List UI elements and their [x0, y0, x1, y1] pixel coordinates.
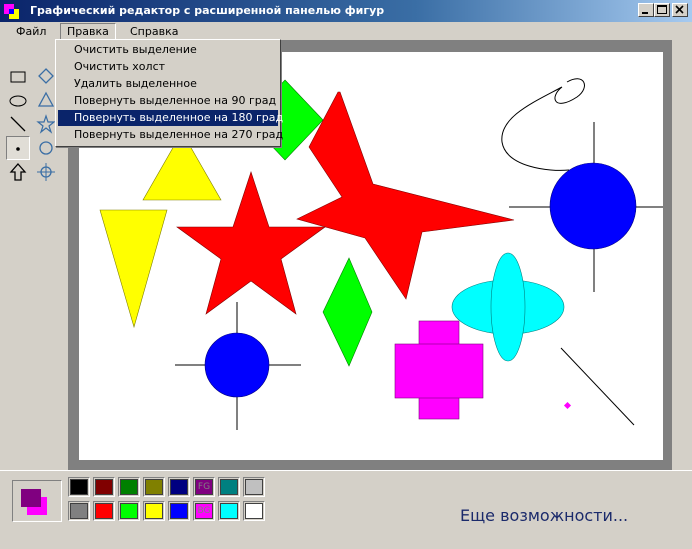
diagonal-line-shape[interactable] — [560, 347, 635, 426]
menu-clear-canvas[interactable]: Очистить холст — [58, 59, 278, 75]
swatch-color — [220, 503, 238, 519]
menu-rotate-270[interactable]: Повернуть выделенное на 270 град — [58, 127, 283, 143]
blue-crosshair-circle-right-shape[interactable] — [509, 122, 663, 292]
freehand-curve-shape[interactable] — [501, 78, 585, 171]
palette-swatch[interactable] — [218, 501, 240, 521]
ellipse-tool-icon — [9, 95, 27, 107]
palette-swatch[interactable] — [243, 477, 265, 497]
swatch-color — [170, 479, 188, 495]
palette-swatch[interactable] — [243, 501, 265, 521]
menu-rotate-180[interactable]: Повернуть выделенное на 180 град — [58, 110, 283, 126]
shape-toolbox — [6, 62, 60, 192]
app-icon — [4, 4, 19, 19]
crosshair-circle-tool-icon — [37, 163, 55, 181]
active-colors-preview[interactable] — [12, 480, 62, 522]
swatch-color — [220, 479, 238, 495]
point-tool[interactable] — [6, 136, 30, 160]
minimize-icon — [642, 12, 648, 14]
menu-bar: Файл Правка Справка — [0, 22, 692, 40]
menu-edit[interactable]: Правка — [60, 23, 116, 40]
swatch-color — [120, 479, 138, 495]
swatch-color — [120, 503, 138, 519]
menu-delete-selected[interactable]: Удалить выделенное — [58, 76, 278, 92]
swatch-color: FG — [195, 479, 213, 495]
swatch-color — [245, 479, 263, 495]
title-bar: Графический редактор с расширенной панел… — [0, 0, 692, 22]
palette-swatch[interactable] — [68, 501, 90, 521]
swatch-color — [145, 479, 163, 495]
menu-clear-selection[interactable]: Очистить выделение — [58, 42, 278, 58]
close-button[interactable] — [672, 3, 688, 17]
palette-swatch[interactable] — [168, 501, 190, 521]
arrow-tool[interactable] — [6, 160, 30, 184]
swatch-color: BG — [195, 503, 213, 519]
active-colors-icon — [21, 489, 47, 515]
green-diamond-small-shape[interactable] — [322, 257, 373, 367]
more-features-link[interactable]: Еще возможности... — [460, 506, 628, 525]
crosshair-circle-tool[interactable] — [34, 160, 58, 184]
menu-file[interactable]: Файл — [10, 24, 52, 39]
arrow-tool-icon — [9, 163, 27, 181]
line-tool-icon — [10, 116, 26, 132]
palette-swatch[interactable] — [93, 477, 115, 497]
palette-swatch[interactable] — [143, 477, 165, 497]
menu-help[interactable]: Справка — [124, 24, 184, 39]
magenta-plus-shape[interactable] — [394, 320, 484, 420]
line-tool[interactable] — [6, 112, 30, 136]
blue-crosshair-circle-left-shape[interactable] — [175, 302, 301, 430]
swatch-color — [95, 503, 113, 519]
palette-swatch[interactable]: BG — [193, 501, 215, 521]
maximize-button[interactable] — [654, 3, 670, 17]
minimize-button[interactable] — [638, 3, 654, 17]
swatch-color — [70, 479, 88, 495]
swatch-color — [95, 479, 113, 495]
palette-swatch[interactable] — [93, 501, 115, 521]
close-icon — [675, 5, 684, 14]
swatch-color — [70, 503, 88, 519]
maximize-icon — [657, 5, 667, 14]
ellipse-tool[interactable] — [6, 88, 30, 112]
palette-swatch[interactable] — [168, 477, 190, 497]
point-tool-icon — [16, 147, 20, 151]
palette-swatch[interactable] — [218, 477, 240, 497]
rectangle-tool[interactable] — [6, 64, 30, 88]
magenta-point-shape[interactable] — [563, 401, 572, 410]
red-star-large-shape[interactable] — [296, 91, 515, 300]
palette-swatch[interactable] — [118, 501, 140, 521]
rectangle-tool-icon — [10, 71, 26, 83]
swatch-color — [145, 503, 163, 519]
palette-swatch[interactable] — [118, 477, 140, 497]
swatch-color — [170, 503, 188, 519]
palette-swatch[interactable]: FG — [193, 477, 215, 497]
menu-rotate-90[interactable]: Повернуть выделенное на 90 град — [58, 93, 278, 109]
yellow-inverted-triangle-shape[interactable] — [99, 209, 168, 329]
edit-menu-dropdown: Очистить выделение Очистить холст Удалит… — [55, 39, 283, 147]
palette-swatch[interactable] — [143, 501, 165, 521]
window-title: Графический редактор с расширенной панел… — [30, 4, 385, 17]
swatch-color — [245, 503, 263, 519]
palette-swatch[interactable] — [68, 477, 90, 497]
